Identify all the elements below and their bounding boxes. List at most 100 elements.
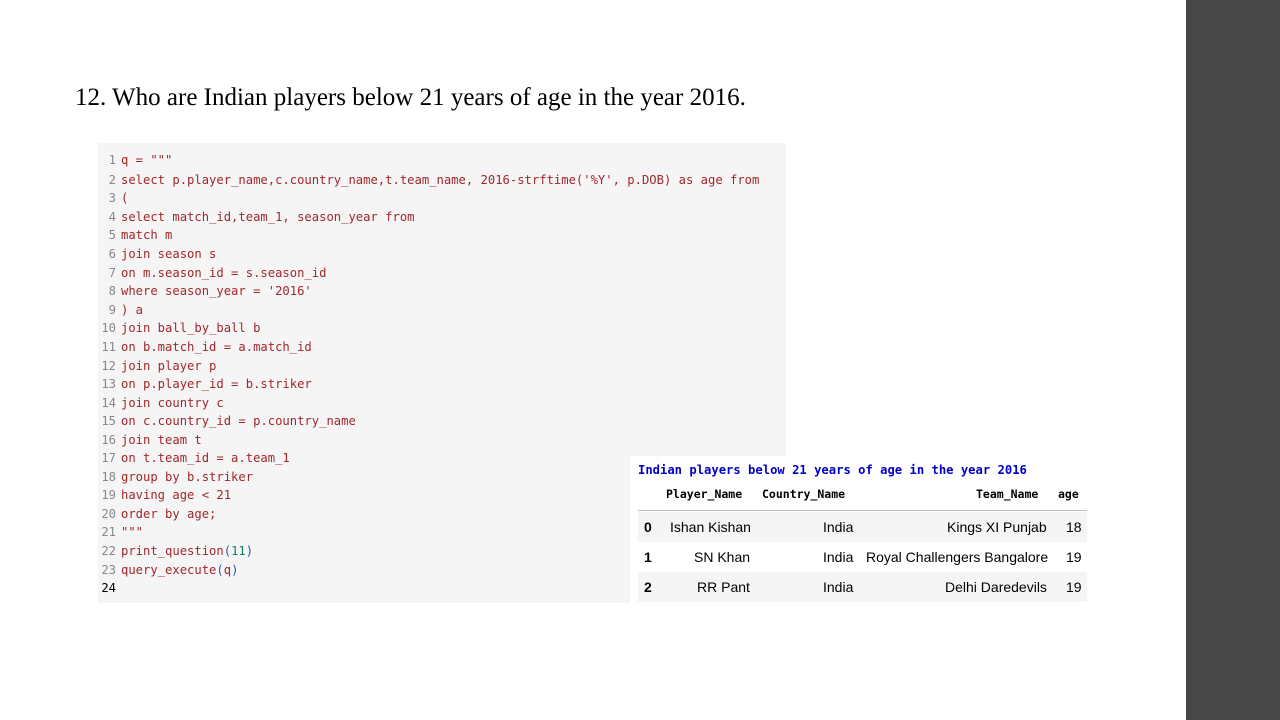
call-paren-open: ( (216, 563, 224, 577)
cell-team-name: Delhi Daredevils (945, 579, 1047, 595)
line-number: 18 (101, 470, 116, 484)
code-line: 14 join country c (98, 394, 224, 412)
code-line: 7 on m.season_id = s.season_id (98, 264, 327, 282)
line-number: 5 (108, 228, 116, 242)
code-text: q = """ (121, 153, 173, 167)
header-country-name: Country_Name (762, 487, 846, 501)
header-age: age (1058, 487, 1079, 501)
code-line: 1 q = """ (98, 151, 173, 169)
header-divider (638, 510, 1087, 511)
cell-age: 18 (1066, 519, 1082, 535)
code-text: on p.player_id = b.striker (121, 377, 312, 391)
code-line: 23 query_execute(q) (98, 561, 238, 579)
table-row: 1 SN Khan India Royal Challengers Bangal… (638, 542, 1087, 572)
slide-side-bar (1186, 0, 1280, 720)
line-number: 14 (101, 396, 116, 410)
line-number: 9 (108, 303, 116, 317)
cell-age: 19 (1066, 579, 1082, 595)
call-argument: 11 (231, 544, 246, 558)
query-result-output: Indian players below 21 years of age in … (630, 456, 1100, 604)
code-text: print_question(11) (121, 544, 253, 558)
slide-title: 12. Who are Indian players below 21 year… (75, 84, 746, 111)
code-text: ( (121, 191, 129, 205)
line-number: 4 (108, 210, 116, 224)
table-row: 0 Ishan Kishan India Kings XI Punjab 18 (638, 512, 1087, 542)
code-text: on c.country_id = p.country_name (121, 414, 356, 428)
row-index: 0 (644, 519, 652, 535)
call-paren-close: ) (231, 563, 239, 577)
code-line: 9) a (98, 301, 143, 319)
header-player-name: Player_Name (666, 487, 743, 501)
code-text: group by b.striker (121, 470, 254, 484)
code-text: on m.season_id = s.season_id (121, 266, 327, 280)
call-paren-close: ) (245, 544, 254, 558)
code-line: 18 group by b.striker (98, 468, 253, 486)
cell-player-name: SN Khan (694, 549, 751, 565)
code-line: 11 on b.match_id = a.match_id (98, 338, 312, 356)
code-line: 15 on c.country_id = p.country_name (98, 412, 356, 430)
code-line: 22 print_question(11) (98, 542, 253, 560)
code-text: where season_year = '2016' (121, 284, 312, 298)
call-paren-open: ( (223, 544, 232, 558)
line-number: 15 (101, 414, 116, 428)
call-function: print_question (121, 544, 224, 558)
line-number: 7 (108, 266, 116, 280)
code-text: query_execute(q) (121, 563, 238, 577)
call-function: query_execute (121, 563, 217, 577)
code-text: join player p (121, 359, 217, 373)
row-index: 1 (644, 549, 652, 565)
code-text: order by age; (121, 507, 217, 521)
line-number: 22 (101, 544, 116, 558)
code-text: match m (121, 228, 173, 242)
row-index: 2 (644, 579, 652, 595)
line-number: 8 (108, 284, 116, 298)
code-line: 17 on t.team_id = a.team_1 (98, 449, 290, 467)
code-line: 10 join ball_by_ball b (98, 319, 260, 337)
code-line: 8 where season_year = '2016' (98, 282, 312, 300)
line-number: 16 (101, 433, 116, 447)
code-text: join ball_by_ball b (121, 321, 261, 335)
header-team-name: Team_Name (976, 487, 1039, 501)
line-number: 6 (108, 247, 116, 261)
code-text: join team t (121, 433, 202, 447)
cell-country-name: India (823, 549, 854, 565)
code-text: select p.player_name,c.country_name,t.te… (121, 173, 760, 187)
line-number: 10 (101, 321, 116, 335)
line-number: 13 (101, 377, 116, 391)
cell-team-name: Kings XI Punjab (947, 519, 1047, 535)
cell-player-name: Ishan Kishan (670, 519, 751, 535)
code-text: join season s (121, 247, 217, 261)
code-line: 16 join team t (98, 431, 202, 449)
code-line: 2 select p.player_name,c.country_name,t.t… (98, 171, 760, 189)
code-text: on b.match_id = a.match_id (121, 340, 312, 354)
code-text: having age < 21 (121, 488, 232, 502)
cell-age: 19 (1066, 549, 1082, 565)
code-text: select match_id,team_1, season_year from (121, 210, 415, 224)
line-number: 19 (101, 488, 116, 502)
code-line: 3( (98, 189, 129, 207)
line-number: 3 (108, 191, 116, 205)
code-text: join country c (121, 396, 224, 410)
code-text: """ (121, 525, 144, 539)
table-row: 2 RR Pant India Delhi Daredevils 19 (638, 572, 1087, 602)
line-number: 24 (101, 581, 116, 595)
result-title: Indian players below 21 years of age in … (638, 463, 1027, 477)
code-line: 21 """ (98, 523, 143, 541)
line-number: 17 (101, 451, 116, 465)
line-number: 11 (101, 340, 116, 354)
cell-country-name: India (823, 579, 854, 595)
code-line: 4 select match_id,team_1, season_year fro… (98, 208, 415, 226)
call-argument: q (223, 563, 232, 577)
line-number: 12 (101, 359, 116, 373)
code-text: on t.team_id = a.team_1 (121, 451, 290, 465)
code-line: 12 join player p (98, 357, 216, 375)
code-line: 19 having age < 21 (98, 486, 231, 504)
line-number: 23 (101, 563, 116, 577)
code-line: 20 order by age; (98, 505, 216, 523)
cell-team-name: Royal Challengers Bangalore (866, 549, 1049, 565)
cell-player-name: RR Pant (697, 579, 750, 595)
code-line: 6 join season s (98, 245, 217, 263)
code-line: 5 match m (98, 226, 173, 244)
line-number: 21 (101, 525, 116, 539)
code-line: 13 on p.player_id = b.striker (98, 375, 312, 393)
